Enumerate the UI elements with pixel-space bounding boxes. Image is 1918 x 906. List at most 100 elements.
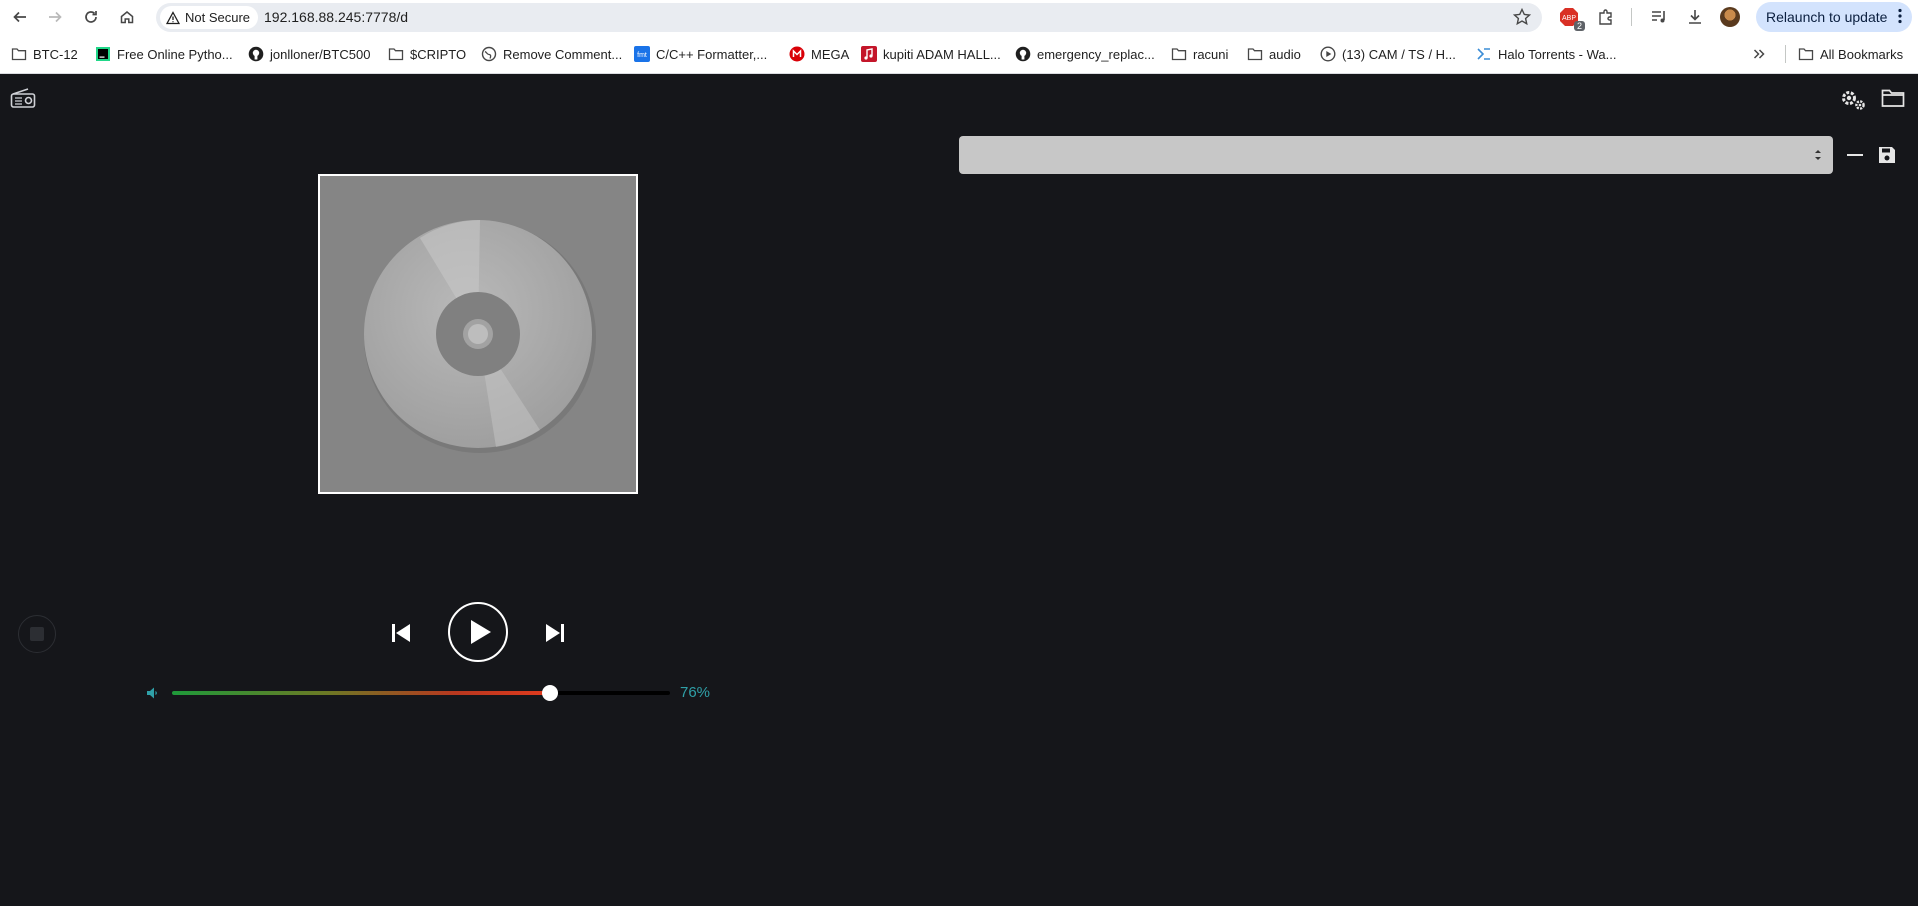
volume-percent-label: 76% (680, 684, 711, 701)
bookmark-label: emergency_replac... (1037, 46, 1155, 62)
music-icon (861, 46, 877, 62)
album-cover (318, 174, 638, 494)
playlist-select[interactable] (959, 136, 1833, 174)
bookmark-item[interactable]: Free Online Pytho... (95, 45, 233, 63)
volume-icon (147, 687, 157, 699)
svg-text:fmt: fmt (637, 52, 647, 59)
double-chevron-right-icon (1753, 49, 1765, 59)
volume-slider[interactable] (172, 685, 670, 701)
site-security-chip[interactable]: Not Secure (160, 6, 259, 29)
more-bookmarks-button[interactable] (1752, 45, 1766, 63)
bookmark-item[interactable]: racuni (1171, 45, 1228, 63)
bookmark-label: audio (1269, 46, 1301, 62)
home-button[interactable] (115, 5, 139, 29)
bookmark-item[interactable]: $CRIPTO (388, 45, 466, 63)
security-label: Not Secure (185, 10, 251, 25)
back-button[interactable] (8, 5, 32, 29)
bookmark-label: Halo Torrents - Wa... (1498, 46, 1617, 62)
volume-button[interactable] (144, 684, 160, 702)
bookmark-label: (13) CAM / TS / H... (1342, 46, 1456, 62)
download-icon (1689, 10, 1701, 24)
play-button[interactable] (448, 602, 508, 662)
volume-slider-fill (172, 691, 550, 695)
extension-badge: 2 (1573, 21, 1585, 31)
skip-previous-icon (392, 624, 410, 642)
bookmark-item[interactable]: Remove Comment... (481, 45, 622, 63)
bookmark-item[interactable]: MEGA (789, 45, 849, 63)
github-icon (1015, 46, 1031, 62)
pycharm-icon (95, 46, 111, 62)
bookmark-item[interactable]: jonlloner/BTC500 (248, 45, 370, 63)
relaunch-button[interactable]: Relaunch to update (1756, 2, 1912, 32)
reload-button[interactable] (79, 5, 103, 29)
gears-icon (1842, 91, 1865, 110)
folder-icon (11, 46, 27, 62)
puzzle-icon (1599, 9, 1612, 25)
folder-icon (1881, 89, 1905, 107)
settings-button[interactable] (1839, 86, 1867, 112)
star-icon (1512, 7, 1532, 26)
previous-button[interactable] (386, 619, 416, 647)
folder-icon (1171, 46, 1187, 62)
volume-slider-thumb[interactable] (542, 685, 558, 701)
bookmarks-bar: BTC-12 Free Online Pytho... jonlloner/BT… (0, 34, 1918, 74)
all-bookmarks-button[interactable]: All Bookmarks (1798, 45, 1903, 63)
bookmark-item[interactable]: emergency_replac... (1015, 45, 1155, 63)
bookmark-item[interactable]: fmt C/C++ Formatter,... (634, 45, 767, 63)
queue-music-icon (1652, 11, 1665, 23)
globe-icon (481, 46, 497, 62)
extensions-button[interactable] (1594, 5, 1618, 29)
bookmark-label: $CRIPTO (410, 46, 467, 62)
address-bar[interactable]: Not Secure 192.168.88.245:7778/d (156, 3, 1542, 32)
skip-next-icon (546, 624, 564, 642)
stop-icon (30, 627, 44, 641)
save-icon (1879, 147, 1895, 163)
bookmark-label: Free Online Pytho... (117, 46, 233, 62)
bookmark-label: BTC-12 (33, 46, 78, 62)
all-bookmarks-label: All Bookmarks (1820, 46, 1904, 62)
bookmark-star-button[interactable] (1512, 7, 1532, 32)
bookmarks-divider (1785, 45, 1786, 63)
play-circle-icon (1320, 46, 1336, 62)
cd-disc-icon (364, 220, 596, 453)
folder-icon (1798, 46, 1814, 62)
bookmark-item[interactable]: Halo Torrents - Wa... (1476, 45, 1616, 63)
warning-icon (166, 10, 180, 24)
bookmark-item[interactable]: kupiti ADAM HALL... (861, 45, 1001, 63)
music-player-app: 76% (0, 75, 1918, 906)
url-text[interactable]: 192.168.88.245:7778/d (264, 9, 408, 25)
browser-toolbar: Not Secure 192.168.88.245:7778/d ABP 2 R… (0, 0, 1918, 34)
record-stop-button[interactable] (18, 615, 56, 653)
downloads-button[interactable] (1683, 5, 1707, 29)
reload-icon (85, 11, 97, 23)
bookmark-label: kupiti ADAM HALL... (883, 46, 1001, 62)
next-button[interactable] (540, 619, 570, 647)
open-folder-button[interactable] (1880, 87, 1906, 109)
arrow-right-icon (49, 11, 62, 23)
media-controls-button[interactable] (1647, 5, 1671, 29)
github-icon (248, 46, 264, 62)
remove-playlist-button[interactable] (1844, 145, 1866, 165)
bookmark-label: MEGA (811, 46, 850, 62)
folder-icon (388, 46, 404, 62)
profile-button[interactable] (1718, 5, 1742, 29)
minus-icon (1847, 154, 1863, 156)
bookmark-label: Remove Comment... (503, 46, 623, 62)
bookmark-item[interactable]: (13) CAM / TS / H... (1320, 45, 1456, 63)
bookmark-label: C/C++ Formatter,... (656, 46, 768, 62)
save-playlist-button[interactable] (1876, 144, 1898, 166)
bookmark-label: jonlloner/BTC500 (270, 46, 371, 62)
bookmark-item[interactable]: BTC-12 (11, 45, 78, 63)
forward-button[interactable] (43, 5, 67, 29)
home-icon (120, 11, 134, 24)
folder-icon (1247, 46, 1263, 62)
avatar (1720, 7, 1740, 27)
mega-icon (789, 46, 805, 62)
toolbar-divider (1631, 8, 1632, 26)
fmt-icon: fmt (634, 46, 650, 62)
bookmark-item[interactable]: audio (1247, 45, 1301, 63)
select-arrows-icon (1815, 150, 1821, 160)
extension-abp-button[interactable]: ABP 2 (1557, 5, 1585, 31)
radio-icon (10, 88, 36, 108)
radio-button[interactable] (9, 86, 37, 110)
